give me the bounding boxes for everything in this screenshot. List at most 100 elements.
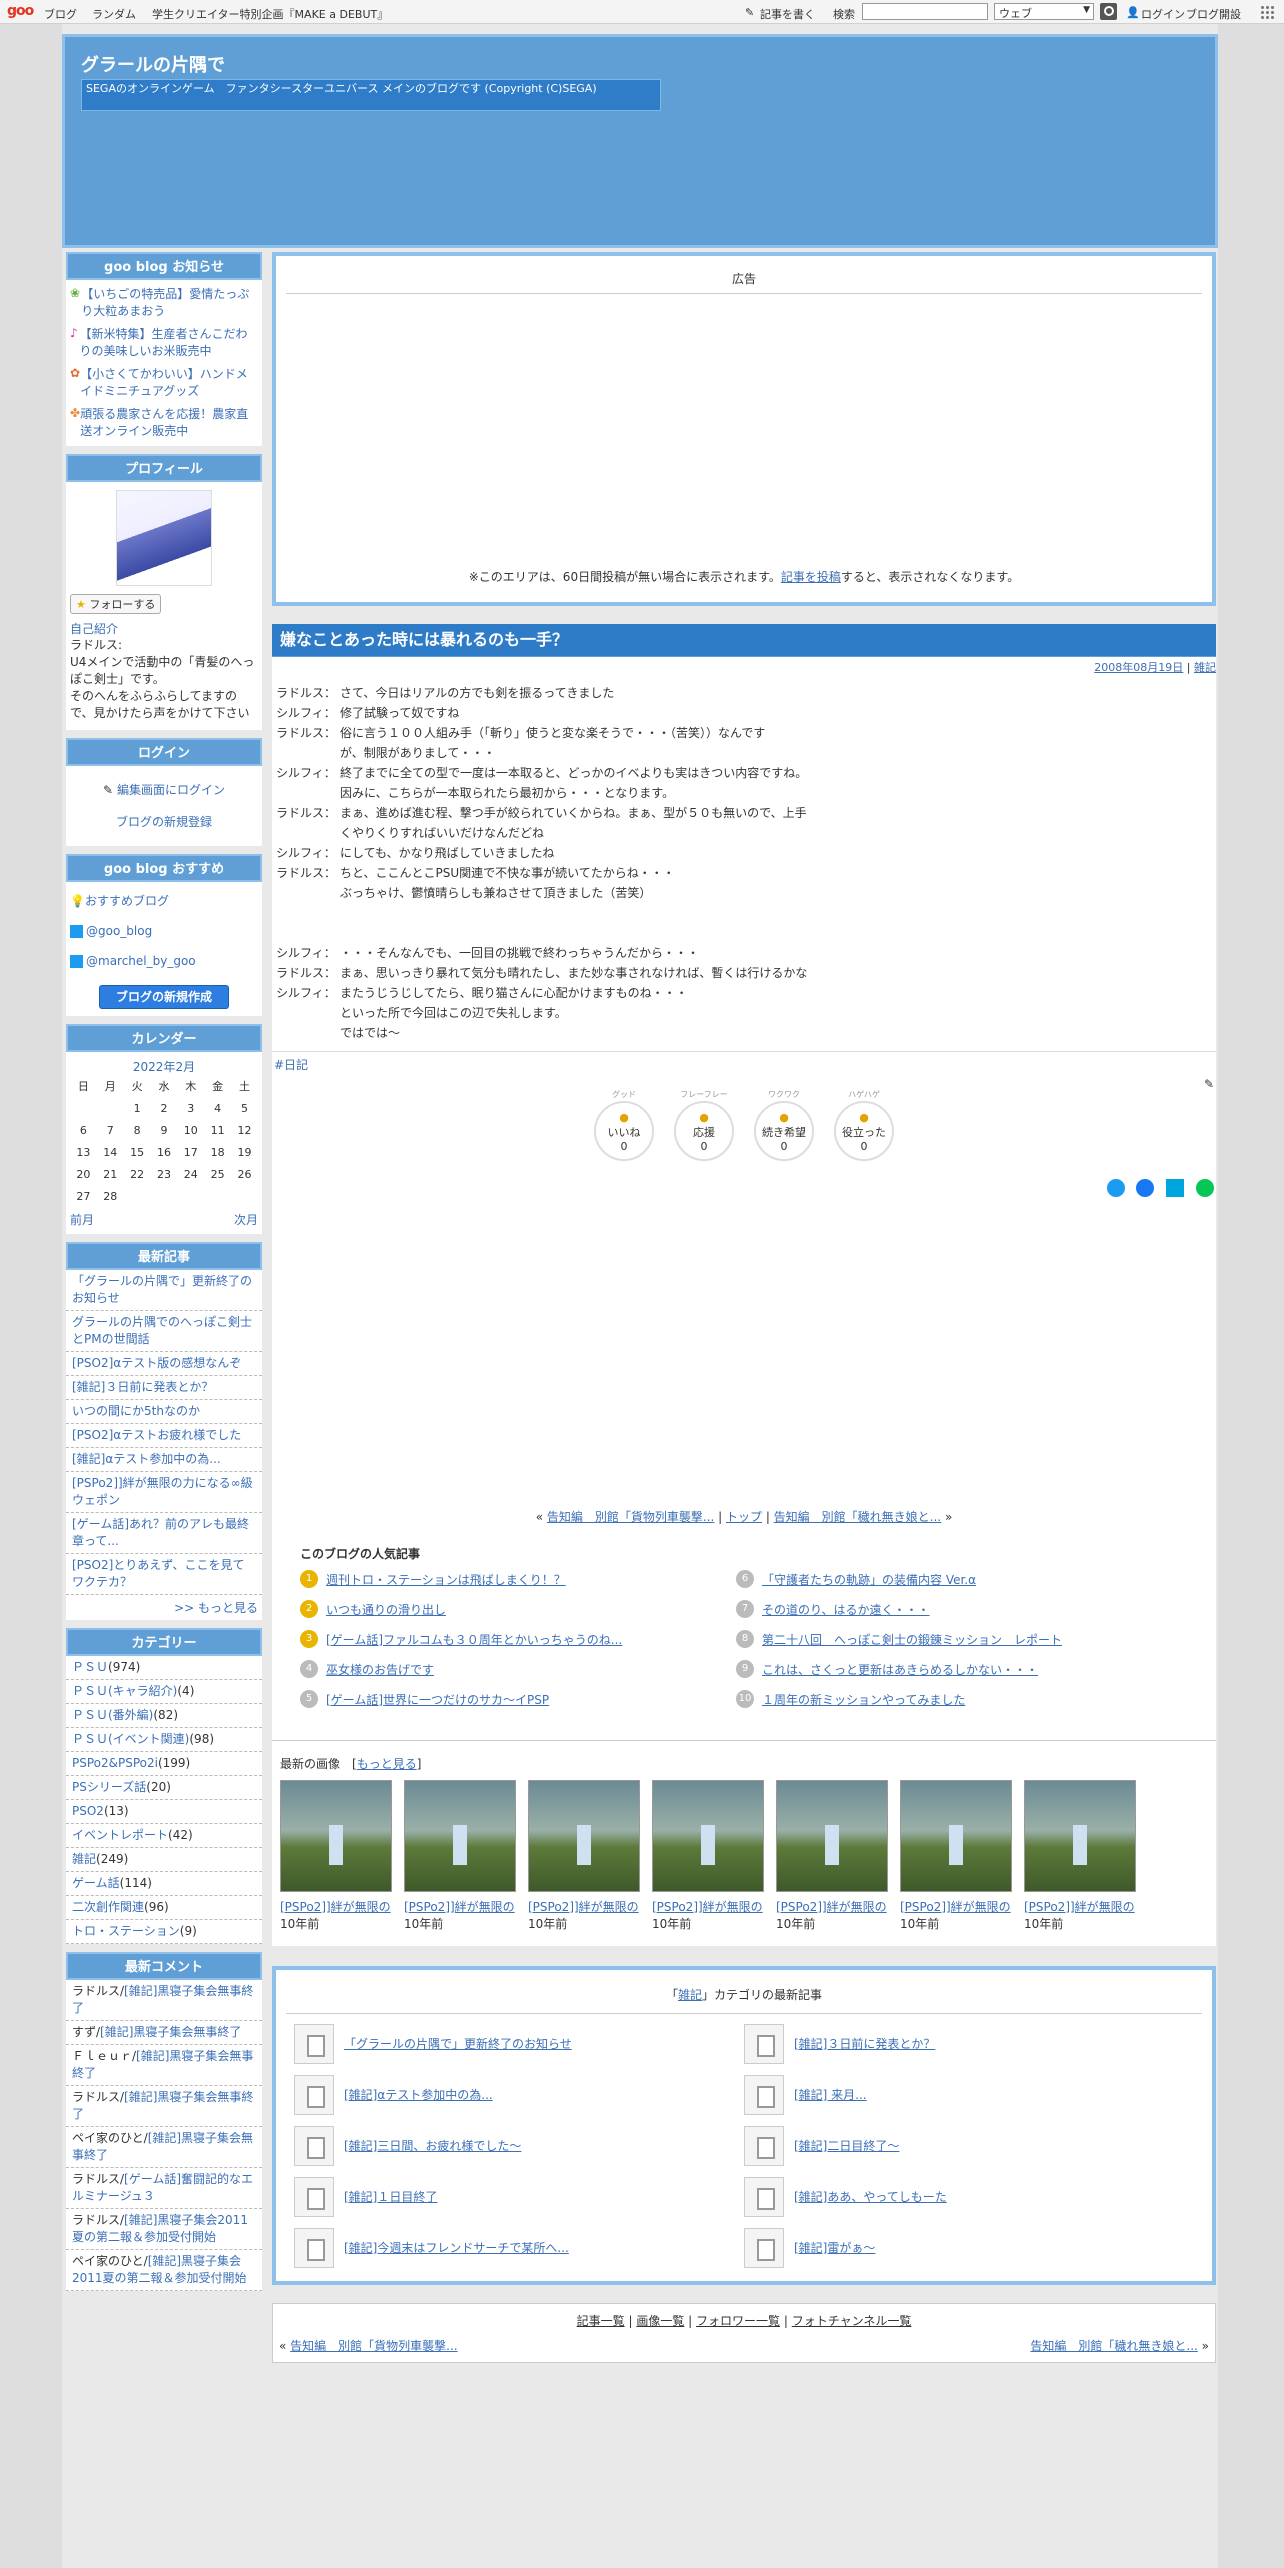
recent-post-link[interactable]: [PSO2]αテスト版の感想なんぞ xyxy=(72,1356,241,1370)
image-thumb[interactable]: [PSPo2]]絆が無限の 10年前 xyxy=(1024,1780,1136,1932)
thumb-caption[interactable]: [PSPo2]]絆が無限の xyxy=(652,1898,764,1915)
twitter-link[interactable]: @marchel_by_goo xyxy=(86,954,196,968)
search-input[interactable] xyxy=(862,3,988,20)
category-link[interactable]: ＰＳＵ(キャラ紹介) xyxy=(72,1684,177,1698)
recent-post-link[interactable]: 「グラールの片隅で」更新終了のお知らせ xyxy=(72,1274,252,1305)
image-thumb[interactable]: [PSPo2]]絆が無限の 10年前 xyxy=(280,1780,392,1932)
category-link[interactable]: 二次創作関連 xyxy=(72,1900,144,1914)
edit-login-link[interactable]: 編集画面にログイン xyxy=(117,783,225,797)
category-link[interactable]: トロ・ステーション xyxy=(72,1924,180,1938)
prev-post-link[interactable]: 告知編 別館「貨物列車襲撃... xyxy=(547,1510,714,1524)
category-latest-post-link[interactable]: [雑記]ああ、やってしもーた xyxy=(794,2188,947,2205)
reaction-button[interactable]: ワクワク ● 続き希望 0 xyxy=(754,1090,814,1161)
reaction-button[interactable]: グッド ● いいね 0 xyxy=(594,1090,654,1161)
category-link[interactable]: イベントレポート xyxy=(72,1828,168,1842)
search-scope-select[interactable]: ウェブ ▼ xyxy=(994,3,1094,20)
popular-link[interactable]: [ゲーム話]ファルコムも３０周年とかいっちゃうのね... xyxy=(326,1630,622,1650)
category-link[interactable]: 雑記 xyxy=(72,1852,96,1866)
image-thumb[interactable]: [PSPo2]]絆が無限の 10年前 xyxy=(528,1780,640,1932)
open-blog-link[interactable]: ブログ開設 xyxy=(1186,6,1241,22)
recommend-link[interactable]: おすすめブログ xyxy=(85,894,169,908)
facebook-share-icon[interactable] xyxy=(1136,1179,1155,1197)
recent-post-link[interactable]: [PSO2]αテストお疲れ様でした xyxy=(72,1428,241,1442)
thumb-image[interactable] xyxy=(528,1780,640,1892)
popular-link[interactable]: １周年の新ミッションやってみました xyxy=(762,1690,965,1710)
footer-link[interactable]: 画像一覧 xyxy=(636,2314,684,2328)
cal-next-link[interactable]: 次月 xyxy=(234,1211,258,1228)
post-date[interactable]: 2008年08月19日 xyxy=(1094,661,1183,674)
topbar-link-random[interactable]: ランダム xyxy=(92,6,136,22)
notice-item[interactable]: 【いちごの特売品】愛情たっぷり大粒あまおう xyxy=(81,286,258,320)
category-link[interactable]: PSO2 xyxy=(72,1804,104,1818)
category-link[interactable]: ＰＳＵ(イベント関連) xyxy=(72,1732,189,1746)
category-latest-post-link[interactable]: [雑記]雷がぁ～ xyxy=(794,2239,875,2256)
thumb-caption[interactable]: [PSPo2]]絆が無限の xyxy=(404,1898,516,1915)
notice-item[interactable]: 頑張る農家さんを応援！農家直送オンライン販売中 xyxy=(80,406,258,440)
footer-link[interactable]: フォトチャンネル一覧 xyxy=(792,2314,912,2328)
thumb-image[interactable] xyxy=(900,1780,1012,1892)
recent-post-link[interactable]: いつの間にか5thなのか xyxy=(72,1404,200,1418)
thumb-image[interactable] xyxy=(1024,1780,1136,1892)
popular-link[interactable]: [ゲーム話]世界に一つだけのサカ～イPSP xyxy=(326,1690,549,1710)
search-icon[interactable] xyxy=(1100,3,1117,20)
create-blog-button[interactable]: ブログの新規作成 xyxy=(98,985,229,1009)
post-category[interactable]: 雑記 xyxy=(1194,661,1216,674)
thumb-caption[interactable]: [PSPo2]]絆が無限の xyxy=(280,1898,392,1915)
thumb-image[interactable] xyxy=(776,1780,888,1892)
footer-link[interactable]: フォロワー一覧 xyxy=(696,2314,780,2328)
category-link[interactable]: ＰＳＵ(番外編) xyxy=(72,1708,153,1722)
line-share-icon[interactable] xyxy=(1196,1179,1214,1197)
profile-link[interactable]: 自己紹介 xyxy=(70,622,118,636)
image-thumb[interactable]: [PSPo2]]絆が無限の 10年前 xyxy=(652,1780,764,1932)
popular-link[interactable]: 週刊トロ・ステーションは飛ばしまくり！？ xyxy=(326,1570,566,1590)
edit-pen-icon[interactable]: ✎ xyxy=(272,1077,1216,1091)
recent-post-link[interactable]: [雑記]αテスト参加中の為... xyxy=(72,1452,221,1466)
thumb-image[interactable] xyxy=(404,1780,516,1892)
popular-link[interactable]: その道のり、はるか遠く・・・ xyxy=(762,1600,930,1620)
thumb-caption[interactable]: [PSPo2]]絆が無限の xyxy=(776,1898,888,1915)
post-tag[interactable]: #日記 xyxy=(274,1058,308,1072)
recent-post-link[interactable]: グラールの片隅でのへっぽこ剣士とPMの世間話 xyxy=(72,1315,252,1346)
category-latest-post-link[interactable]: [雑記]二日目終了～ xyxy=(794,2137,899,2154)
image-thumb[interactable]: [PSPo2]]絆が無限の 10年前 xyxy=(900,1780,1012,1932)
images-more-link[interactable]: もっと見る xyxy=(357,1757,417,1771)
reaction-button[interactable]: ハゲハゲ ● 役立った 0 xyxy=(834,1090,894,1161)
thumb-caption[interactable]: [PSPo2]]絆が無限の xyxy=(528,1898,640,1915)
image-thumb[interactable]: [PSPo2]]絆が無限の 10年前 xyxy=(776,1780,888,1932)
recent-more-link[interactable]: >> もっと見る xyxy=(174,1601,258,1615)
login-link[interactable]: ログイン xyxy=(1141,6,1185,22)
category-latest-post-link[interactable]: [雑記] 来月... xyxy=(794,2086,867,2103)
image-thumb[interactable]: [PSPo2]]絆が無限の 10年前 xyxy=(404,1780,516,1932)
category-latest-link[interactable]: 雑記 xyxy=(678,1988,702,2002)
post-article-link[interactable]: 記事を投稿 xyxy=(781,570,841,584)
next-post-link[interactable]: 告知編 別館「穢れ無き娘と... xyxy=(774,1510,941,1524)
topbar-link-debut[interactable]: 学生クリエイター特別企画『MAKE a DEBUT』 xyxy=(152,6,388,22)
thumb-caption[interactable]: [PSPo2]]絆が無限の xyxy=(900,1898,1012,1915)
category-latest-post-link[interactable]: 「グラールの片隅で」更新終了のお知らせ xyxy=(344,2035,572,2052)
apps-grid-icon[interactable] xyxy=(1260,5,1274,19)
top-link[interactable]: トップ xyxy=(726,1510,762,1524)
category-link[interactable]: PSシリーズ話 xyxy=(72,1780,146,1794)
popular-link[interactable]: 第二十八回 へっぽこ剣士の鍛錬ミッション レポート xyxy=(762,1630,1062,1650)
footer-next-link[interactable]: 告知編 別館「穢れ無き娘と... xyxy=(1030,2339,1197,2353)
popular-link[interactable]: これは、さくっと更新はあきらめるしかない・・・ xyxy=(762,1660,1038,1680)
recent-post-link[interactable]: [雑記]３日前に発表とか？ xyxy=(72,1380,213,1394)
category-latest-post-link[interactable]: [雑記]三日間、お疲れ様でした～ xyxy=(344,2137,521,2154)
footer-link[interactable]: 記事一覧 xyxy=(577,2314,625,2328)
topbar-link-blog[interactable]: ブログ xyxy=(44,6,77,22)
twitter-link[interactable]: @goo_blog xyxy=(86,924,152,938)
category-link[interactable]: ＰＳＵ xyxy=(72,1660,108,1674)
category-link[interactable]: ゲーム話 xyxy=(72,1876,120,1890)
notice-item[interactable]: 【小さくてかわいい】ハンドメイドミニチュアグッズ xyxy=(80,366,258,400)
blog-title[interactable]: グラールの片隅で xyxy=(81,51,225,77)
popular-link[interactable]: 「守護者たちの軌跡」の装備内容 Ver.α xyxy=(762,1570,976,1590)
thumb-image[interactable] xyxy=(652,1780,764,1892)
write-post-link[interactable]: 記事を書く xyxy=(760,6,815,22)
notice-item[interactable]: 【新米特集】生産者さんこだわりの美味しいお米販売中 xyxy=(80,326,258,360)
follow-button[interactable]: ★ フォローする xyxy=(70,594,162,614)
popular-link[interactable]: 巫女様のお告げです xyxy=(326,1660,434,1680)
category-latest-post-link[interactable]: [雑記]今週末はフレンドサーチで某所へ... xyxy=(344,2239,569,2256)
post-title[interactable]: 嫌なことあった時には暴れるのも一手？ xyxy=(272,624,1216,656)
recent-post-link[interactable]: [PSPo2]]絆が無限の力になる∞級ウェポン xyxy=(72,1476,253,1507)
thumb-image[interactable] xyxy=(280,1780,392,1892)
